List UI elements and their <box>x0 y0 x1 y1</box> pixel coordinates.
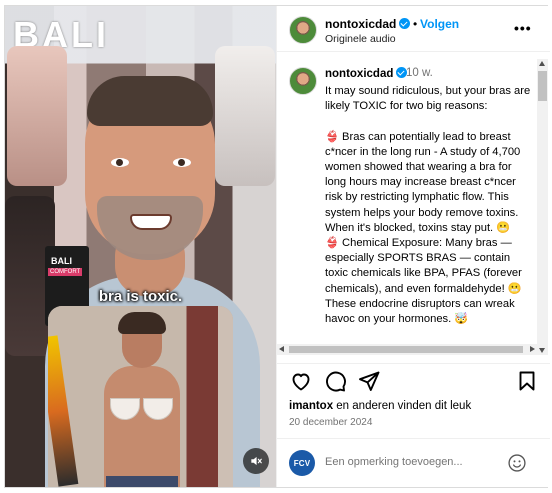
likes-text: en anderen vinden dit leuk <box>333 400 472 412</box>
caption-area: nontoxicdad 10 w. It may sound ridiculou… <box>277 53 550 363</box>
audio-link[interactable]: Originele audio <box>325 33 396 45</box>
product-brand: BALI <box>51 256 72 266</box>
post-dialog: BALI BALI COMFORT bra is toxic. nontoxic… <box>4 5 550 488</box>
post-panel: nontoxicdad • Volgen Originele audio •••… <box>276 6 550 487</box>
caption-username[interactable]: nontoxicdad <box>325 68 393 80</box>
author-avatar[interactable] <box>289 16 317 44</box>
scroll-down-arrow-icon[interactable] <box>539 348 545 353</box>
speaker-muted-icon <box>251 456 262 466</box>
author-username[interactable]: nontoxicdad <box>325 17 396 31</box>
liked-by-user[interactable]: imantox <box>289 400 333 412</box>
follow-button[interactable]: Volgen <box>420 17 459 31</box>
verified-badge-icon <box>399 18 411 29</box>
caption-author-avatar[interactable] <box>289 67 317 95</box>
horizontal-scrollbar[interactable] <box>277 344 537 355</box>
bookmark-icon[interactable] <box>515 369 539 393</box>
author-username-link[interactable]: nontoxicdad <box>325 17 411 31</box>
divider <box>277 363 550 364</box>
vertical-scrollbar[interactable] <box>537 59 548 355</box>
post-header: nontoxicdad • Volgen Originele audio ••• <box>277 6 550 52</box>
caption-text: It may sound ridiculous, but your bras a… <box>325 85 531 326</box>
scroll-right-arrow-icon[interactable] <box>530 346 535 352</box>
mute-button[interactable] <box>243 448 269 474</box>
comment-input[interactable] <box>325 456 495 468</box>
inset-clip <box>48 306 233 487</box>
caption-username-link[interactable]: nontoxicdad <box>325 67 408 80</box>
separator-dot: • <box>413 17 418 31</box>
scroll-left-arrow-icon[interactable] <box>279 346 284 352</box>
emoji-icon[interactable] <box>507 453 527 473</box>
hscroll-thumb[interactable] <box>289 346 523 353</box>
comment-icon[interactable] <box>323 369 347 393</box>
post-date: 20 december 2024 <box>289 417 373 428</box>
heart-icon[interactable] <box>289 369 313 393</box>
reel-video[interactable]: BALI BALI COMFORT bra is toxic. <box>5 6 276 487</box>
scroll-up-arrow-icon[interactable] <box>539 61 545 66</box>
more-options-button[interactable]: ••• <box>514 20 532 36</box>
share-icon[interactable] <box>357 369 381 393</box>
likes-summary[interactable]: imantox en anderen vinden dit leuk <box>289 400 471 412</box>
caption-timestamp[interactable]: 10 w. <box>406 67 433 79</box>
scroll-thumb[interactable] <box>538 71 547 101</box>
video-caption: bra is toxic. <box>98 288 183 305</box>
add-comment-bar: FCV <box>277 438 550 487</box>
product-tag: COMFORT <box>48 268 83 276</box>
current-user-avatar: FCV <box>289 450 315 476</box>
